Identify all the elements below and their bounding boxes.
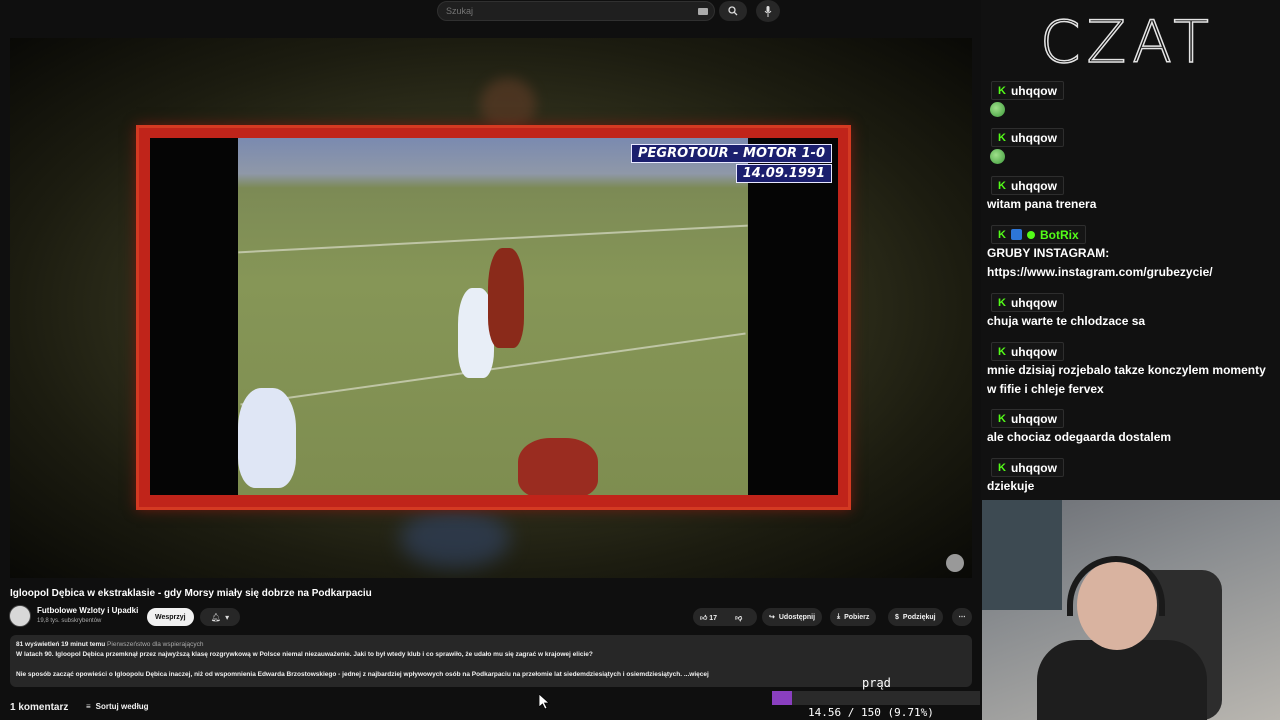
kick-badge-icon: K [998,228,1006,241]
video-player[interactable]: PEGROTOUR - MOTOR 1-0 14.09.1991 [10,38,972,578]
sort-label: Sortuj według [95,702,149,711]
share-icon: ↪ [769,614,775,621]
support-button[interactable]: Wesprzyj [147,608,194,626]
football-pitch [238,138,748,495]
bot-badge-icon [1010,229,1022,240]
chat-username[interactable]: Kuhqqow [991,458,1064,477]
thanks-button[interactable]: $ Podziękuj [888,608,943,626]
search-icon [728,6,738,16]
channel-watermark-icon[interactable] [946,554,964,572]
video-frame: PEGROTOUR - MOTOR 1-0 14.09.1991 [136,125,851,510]
notification-button[interactable]: 🔔︎ ▾ [200,608,240,626]
kick-badge-icon: K [998,296,1006,309]
pitch-line [238,224,748,254]
match-date: 14.09.1991 [735,164,832,183]
power-progress-bar [772,691,980,705]
chat-message: GRUBY INSTAGRAM: https://www.instagram.c… [987,246,1213,279]
background-blur [480,78,536,132]
chat-username[interactable]: Kuhqqow [991,128,1064,147]
kick-badge-icon: K [998,412,1006,425]
thanks-icon: $ [895,613,899,621]
download-label: Pobierz [844,613,870,621]
search-box[interactable] [437,1,715,21]
power-progress-fill [772,691,793,705]
video-title: Igloopol Dębica w ekstraklasie - gdy Mor… [10,588,372,599]
share-label: Udostępnij [778,613,816,621]
sort-comments-button[interactable]: ≡ Sortuj według [86,702,149,711]
keyboard-icon[interactable] [698,7,708,15]
chat-username[interactable]: Kuhqqow [991,176,1064,195]
show-more-link[interactable]: ...więcej [684,671,709,678]
like-dislike-group: 👍︎ 17 👎︎ [693,608,757,626]
background-blur [400,508,510,568]
comment-count: 1 komentarz [10,702,69,713]
more-actions-button[interactable]: ⋯ [952,608,972,626]
download-icon: ⤓ [837,613,841,620]
chat-header: CZAT [1039,7,1215,77]
kick-badge-icon: K [998,345,1006,358]
like-button[interactable]: 👍︎ 17 [700,613,717,622]
dislike-button[interactable]: 👎︎ [735,613,742,622]
description-line: Nie sposób zacząć opowieści o Igloopolu … [16,671,683,678]
power-readout: 14.56 / 150 (9.71%) [808,706,934,719]
kick-badge-icon: K [998,461,1006,474]
mouse-cursor-icon [539,694,551,710]
like-count: 17 [709,614,718,622]
chat-username[interactable]: K BotRix [991,225,1086,244]
power-label: prąd [862,676,891,690]
chat-message: mnie dzisiaj rozjebalo takze konczylem m… [987,363,1266,396]
streamer-body [1037,640,1207,720]
search-input[interactable] [438,6,698,16]
player-white [238,388,296,488]
more-icon: ⋯ [958,614,966,621]
headset [1067,556,1165,616]
emote-icon [990,102,1005,117]
chevron-down-icon: ▾ [225,612,230,622]
thanks-label: Podziękuj [902,613,936,621]
voice-search-button[interactable] [756,0,780,22]
score-text: PEGROTOUR - MOTOR 1-0 [630,144,832,163]
chat-message: witam pana trenera [987,197,1097,211]
views-and-date: 81 wyświetleń 19 minut temu [16,641,106,648]
score-overlay: PEGROTOUR - MOTOR 1-0 14.09.1991 [630,144,832,184]
subscriber-count: 19,8 tys. subskrybentów [37,618,102,624]
chat-message: ale chociaz odegaarda dostalem [987,430,1172,444]
verified-badge-icon [1026,230,1035,239]
emote-icon [990,149,1005,164]
sort-icon: ≡ [86,702,91,711]
video-description[interactable]: 81 wyświetleń 19 minut temu Pierwszeństw… [10,635,972,687]
kick-badge-icon: K [998,131,1006,144]
player-red [518,438,598,495]
chat-message: chuja warte te chlodzace sa [987,314,1146,328]
microphone-icon [764,5,772,17]
chat-username[interactable]: Kuhqqow [991,342,1064,361]
chat-username[interactable]: Kuhqqow [991,293,1064,312]
screen-root: PEGROTOUR - MOTOR 1-0 14.09.1991 Igloopo… [0,0,1280,720]
bell-icon: 🔔︎ [210,612,222,622]
description-line: W latach 90. Igloopol Dębica przemknął p… [16,651,593,658]
chat-message: dziekuje [987,479,1035,493]
share-button[interactable]: ↪ Udostępnij [762,608,823,626]
kick-badge-icon: K [998,84,1006,97]
chat-username[interactable]: Kuhqqow [991,409,1064,428]
kick-badge-icon: K [998,179,1006,192]
search-button[interactable] [719,1,747,21]
channel-avatar[interactable] [9,605,31,627]
background-shelf [982,500,1062,610]
download-button[interactable]: ⤓ Pobierz [830,608,877,626]
chat-username[interactable]: Kuhqqow [991,81,1064,100]
premiere-note: Pierwszeństwo dla wspierających [107,641,204,648]
channel-name[interactable]: Futbolowe Wzloty i Upadki [37,606,138,615]
player-red [488,248,524,348]
webcam-feed [982,500,1280,720]
video-screen: PEGROTOUR - MOTOR 1-0 14.09.1991 [150,138,838,495]
